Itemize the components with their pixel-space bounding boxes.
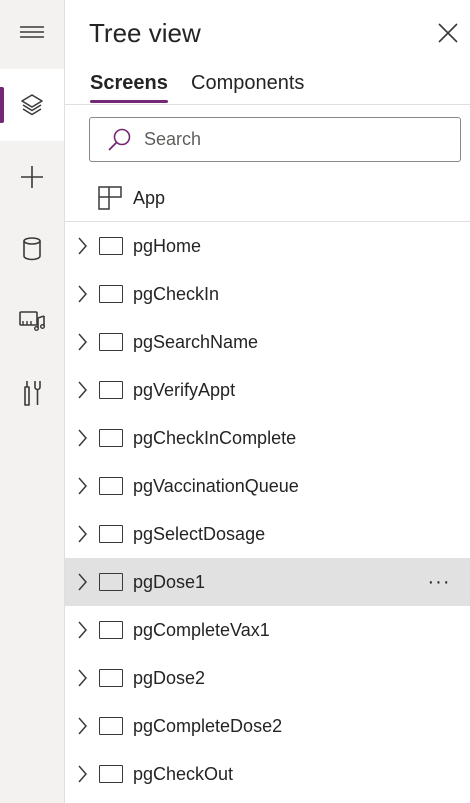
chevron-right-icon[interactable] xyxy=(76,428,88,448)
layers-icon xyxy=(21,94,43,116)
search-icon xyxy=(106,127,132,153)
screen-icon xyxy=(99,381,123,399)
tools-rail-button[interactable] xyxy=(0,357,64,429)
close-button[interactable] xyxy=(435,20,461,46)
hamburger-menu-button[interactable] xyxy=(0,0,64,64)
tree-row[interactable]: pgSelectDosage xyxy=(65,510,470,558)
screen-icon xyxy=(99,765,123,783)
tree-row[interactable]: pgHome xyxy=(65,222,470,270)
tree-row[interactable]: pgCheckOut xyxy=(65,750,470,798)
panel-title: Tree view xyxy=(89,18,201,48)
screen-icon xyxy=(99,621,123,639)
tools-icon xyxy=(24,381,41,406)
tree-row-label: pgHome xyxy=(133,236,202,256)
tree-view-rail-button[interactable] xyxy=(0,69,64,141)
app-label: App xyxy=(133,188,166,208)
tree-row[interactable]: pgVerifyAppt xyxy=(65,366,470,414)
chevron-right-icon[interactable] xyxy=(76,668,88,688)
insert-rail-button[interactable] xyxy=(0,141,64,213)
tree-row-label: pgCheckIn xyxy=(133,284,220,304)
tree-row-label: pgSearchName xyxy=(133,332,259,352)
plus-icon xyxy=(21,166,43,188)
screen-icon xyxy=(99,525,123,543)
database-icon xyxy=(23,237,41,261)
tree-row-label: pgDose2 xyxy=(133,668,206,688)
screen-icon xyxy=(99,573,123,591)
screen-icon xyxy=(99,669,123,687)
tree-row[interactable]: pgVaccinationQueue xyxy=(65,462,470,510)
tree-row[interactable]: pgCompleteVax1 xyxy=(65,606,470,654)
tree-row-label: pgCheckOut xyxy=(133,764,234,784)
tree-row[interactable]: pgCheckInComplete xyxy=(65,414,470,462)
screen-icon xyxy=(99,477,123,495)
app-grid-icon xyxy=(98,186,122,210)
tree-row-label: pgCompleteDose2 xyxy=(133,716,283,736)
chevron-right-icon[interactable] xyxy=(76,716,88,736)
screen-icon xyxy=(99,333,123,351)
tree-row-label: pgVerifyAppt xyxy=(133,380,236,400)
chevron-right-icon[interactable] xyxy=(76,380,88,400)
app-row[interactable]: App xyxy=(65,174,470,222)
tree-row-label: pgVaccinationQueue xyxy=(133,476,299,496)
more-options-icon[interactable]: ··· xyxy=(425,570,453,594)
screen-icon xyxy=(99,717,123,735)
left-rail xyxy=(0,0,65,803)
tree-row[interactable]: pgDose1 ··· xyxy=(65,558,470,606)
tree-row-label: pgCompleteVax1 xyxy=(133,620,270,640)
tab-screens[interactable]: Screens xyxy=(90,72,168,103)
chevron-right-icon[interactable] xyxy=(76,332,88,352)
tab-bar: Screens Components xyxy=(65,64,470,105)
hamburger-menu-icon xyxy=(20,26,44,38)
media-rail-button[interactable] xyxy=(0,285,64,357)
tree-row[interactable]: pgCheckIn xyxy=(65,270,470,318)
tree-row[interactable]: pgSearchName xyxy=(65,318,470,366)
close-icon xyxy=(438,23,458,43)
chevron-right-icon[interactable] xyxy=(76,572,88,592)
screens-tree: pgHome pgCheckIn pgSearchName pgVerifyAppt p… xyxy=(65,222,470,798)
media-icon xyxy=(19,311,46,332)
chevron-right-icon[interactable] xyxy=(76,620,88,640)
screen-icon xyxy=(99,237,123,255)
tab-components[interactable]: Components xyxy=(191,72,304,101)
data-rail-button[interactable] xyxy=(0,213,64,285)
tree-row[interactable]: pgDose2 xyxy=(65,654,470,702)
chevron-right-icon[interactable] xyxy=(76,764,88,784)
search-input[interactable] xyxy=(144,129,444,150)
screen-icon xyxy=(99,429,123,447)
chevron-right-icon[interactable] xyxy=(76,524,88,544)
tree-row[interactable]: pgCompleteDose2 xyxy=(65,702,470,750)
search-box[interactable] xyxy=(89,117,461,162)
tree-row-label: pgCheckInComplete xyxy=(133,428,297,448)
tree-row-label: pgSelectDosage xyxy=(133,524,266,544)
chevron-right-icon[interactable] xyxy=(76,476,88,496)
chevron-right-icon[interactable] xyxy=(76,284,88,304)
tree-view-panel: Tree view Screens Components App pgHomep… xyxy=(65,0,470,803)
tree-row-label: pgDose1 xyxy=(133,572,206,592)
chevron-right-icon[interactable] xyxy=(76,236,88,256)
screen-icon xyxy=(99,285,123,303)
